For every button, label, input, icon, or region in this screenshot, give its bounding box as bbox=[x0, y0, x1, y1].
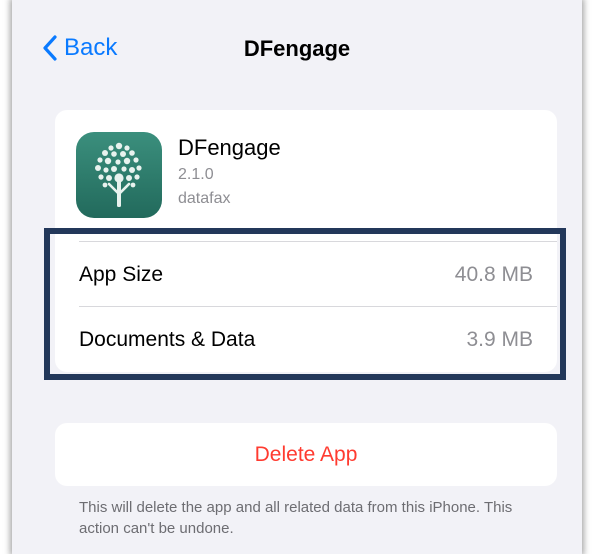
delete-warning-text: This will delete the app and all related… bbox=[79, 499, 513, 537]
app-developer: datafax bbox=[178, 190, 231, 207]
app-name: DFengage bbox=[178, 135, 281, 160]
divider bbox=[79, 241, 557, 242]
documents-data-row: Documents & Data 3.9 MB bbox=[55, 308, 557, 372]
documents-data-value: 3.9 MB bbox=[466, 328, 533, 351]
navigation-bar: Back DFengage bbox=[12, 0, 582, 100]
app-icon bbox=[76, 132, 162, 218]
app-info-card: DFengage 2.1.0 datafax App Size 40.8 MB … bbox=[55, 110, 557, 372]
page-title: DFengage bbox=[243, 36, 351, 61]
app-version: 2.1.0 bbox=[178, 166, 214, 183]
divider bbox=[79, 306, 557, 307]
delete-app-button[interactable]: Delete App bbox=[55, 423, 557, 486]
tree-icon bbox=[76, 132, 162, 218]
app-size-value: 40.8 MB bbox=[454, 263, 533, 286]
documents-data-label: Documents & Data bbox=[79, 328, 256, 351]
settings-screen: Back DFengage DFengage 2.1.0 datafax App… bbox=[12, 0, 582, 554]
delete-app-label: Delete App bbox=[254, 443, 358, 466]
app-size-label: App Size bbox=[79, 263, 164, 286]
app-size-row: App Size 40.8 MB bbox=[55, 243, 557, 307]
